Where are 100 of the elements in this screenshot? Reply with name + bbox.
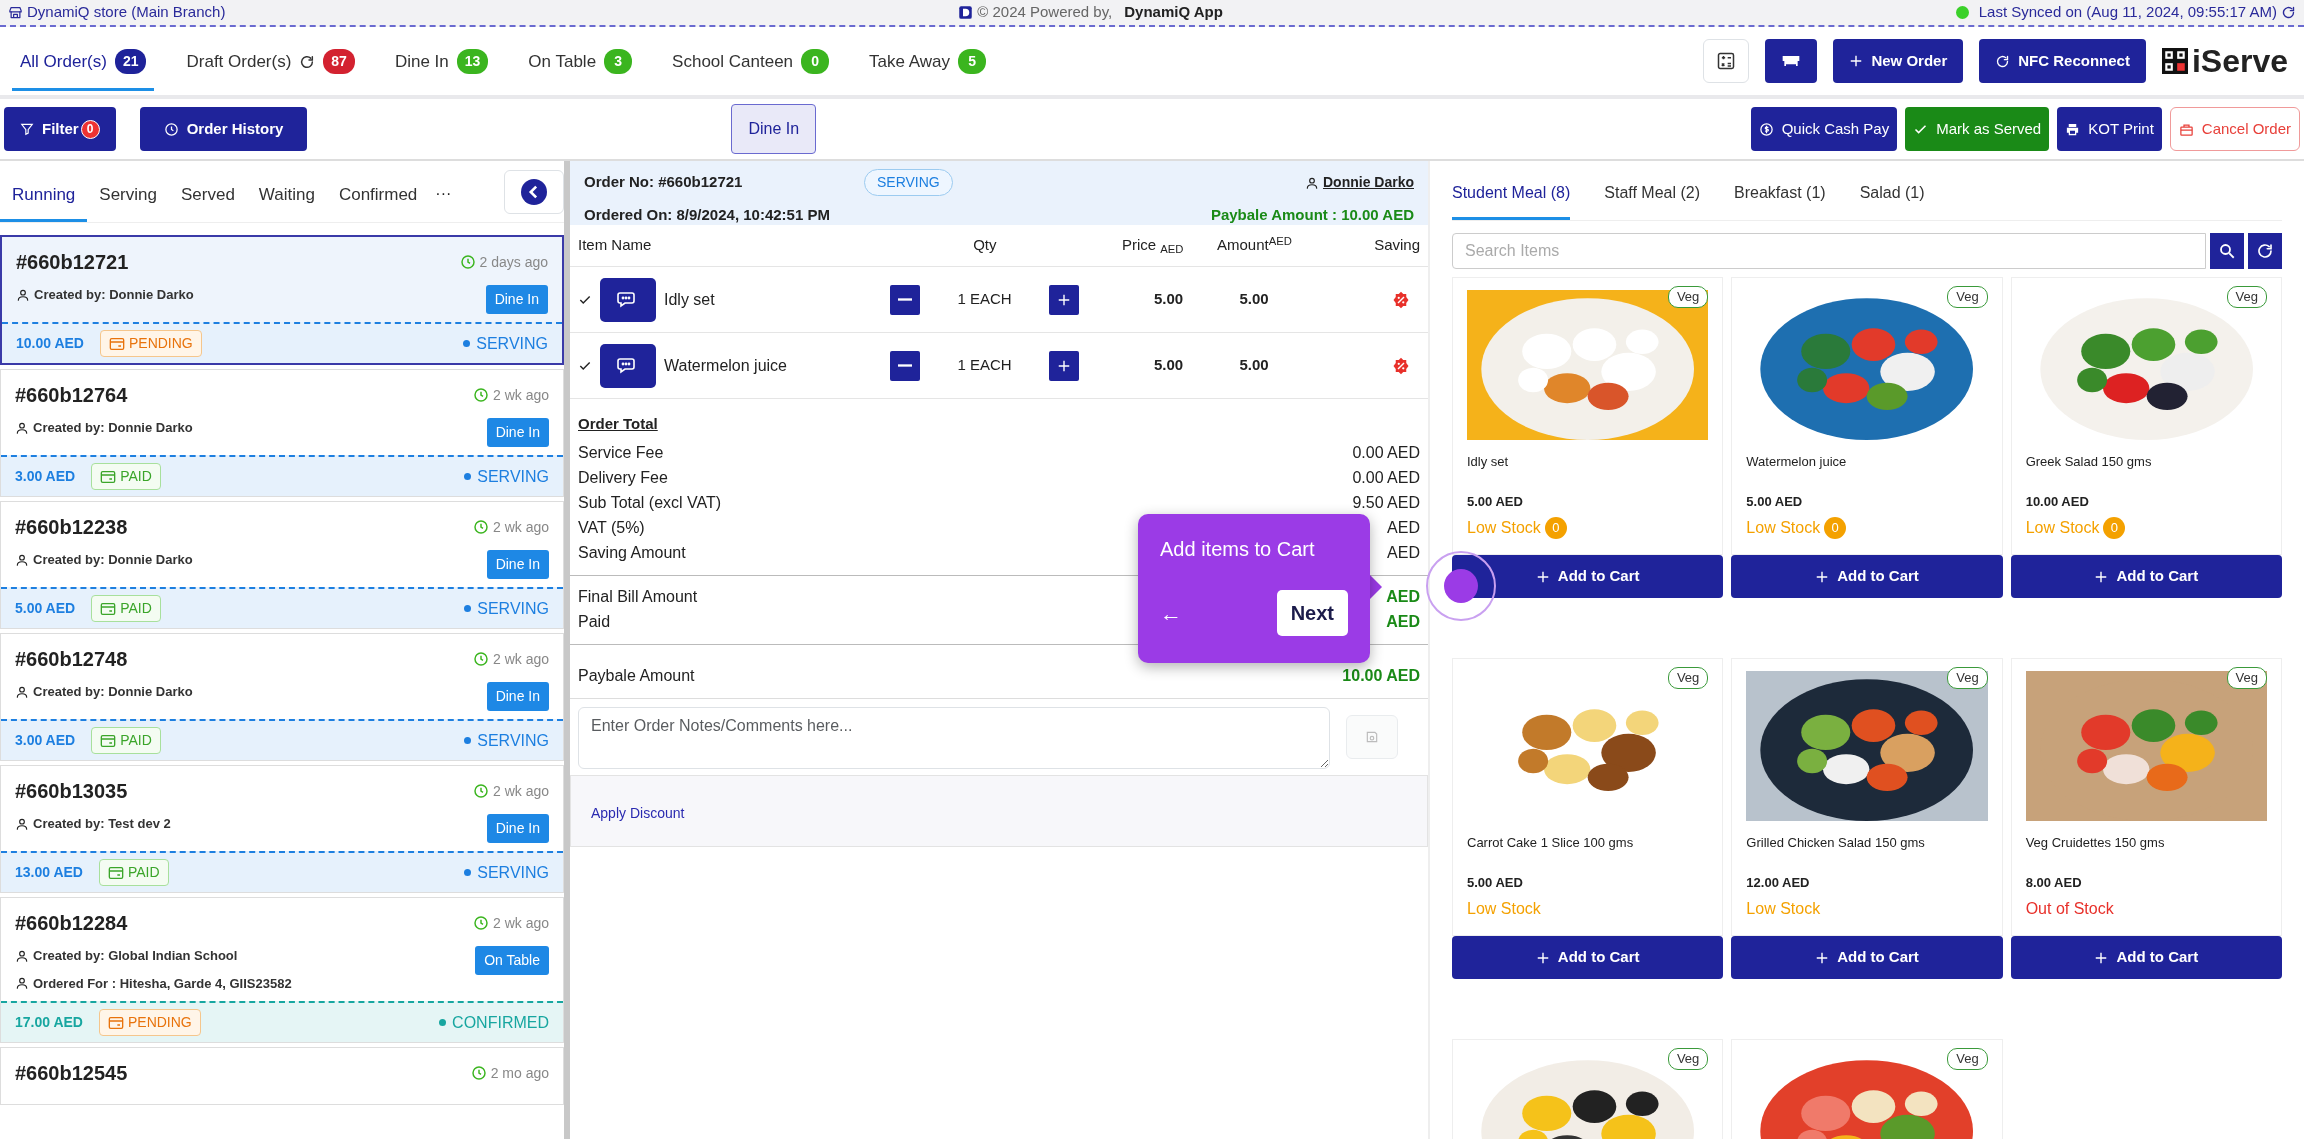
store-icon — [8, 5, 23, 20]
refresh-button[interactable] — [2248, 233, 2282, 269]
increase-button[interactable] — [1049, 284, 1080, 315]
filter-button[interactable]: Filter 0 — [4, 107, 116, 151]
column-header: Amount$^{AED}$ — [1216, 234, 1293, 256]
order-card[interactable]: #660b12238 2 wk ago Created by: Donnie Darko Dine In 5.00 AED PAID SERVING — [0, 501, 564, 629]
total-value: AED — [1386, 611, 1420, 632]
menu-tab[interactable]: Breakfast (1) — [1734, 173, 1826, 220]
mark-served-button[interactable]: Mark as Served — [1905, 107, 2050, 151]
order-card[interactable]: #660b12748 2 wk ago Created by: Donnie Darko Dine In 3.00 AED PAID SERVING — [0, 633, 564, 761]
search-icon — [2218, 242, 2236, 260]
stock-status: Low Stock — [2025, 517, 2100, 538]
table-button[interactable] — [1765, 39, 1818, 83]
item-amount: 5.00 — [1239, 356, 1269, 374]
quick-cash-pay-button[interactable]: Quick Cash Pay — [1750, 107, 1898, 151]
add-to-cart-button[interactable]: Add to Cart — [1731, 555, 2003, 598]
order-tab[interactable]: Dine In 13 — [386, 30, 497, 92]
status-tab[interactable]: Served — [168, 167, 247, 222]
created-by: Created by: Global Indian School — [33, 947, 238, 965]
order-tab[interactable]: All Order(s) 21 — [12, 30, 155, 92]
veg-tag: Veg — [2226, 667, 2267, 689]
order-card[interactable]: #660b12764 2 wk ago Created by: Donnie Darko Dine In 3.00 AED PAID SERVING — [0, 369, 564, 497]
search-field[interactable]: Search Items — [1452, 233, 2206, 269]
total-value: AED — [1387, 542, 1420, 563]
app-logo-icon — [958, 5, 974, 20]
stock-status: Low Stock — [1467, 517, 1541, 538]
order-card[interactable]: #660b12545 2 mo ago — [0, 1047, 564, 1105]
note-button[interactable] — [600, 277, 656, 322]
next-button[interactable]: Next — [1276, 590, 1348, 636]
more-tabs[interactable]: ··· — [429, 182, 466, 222]
brand-name: DynamiQ App — [1124, 2, 1223, 23]
order-tab[interactable]: Take Away 5 — [861, 30, 995, 92]
veg-tag: Veg — [1947, 667, 1988, 689]
order-card[interactable]: #660b13035 2 wk ago Created by: Test dev 2 Dine In 13.00 AED PAID SERVING — [0, 765, 564, 893]
cancel-order-button[interactable]: Cancel Order — [2169, 107, 2300, 151]
count-badge: 5 — [958, 49, 987, 74]
payment-tag: PAID — [98, 859, 169, 886]
clock-icon — [472, 651, 489, 667]
store-name: DynamiQ store (Main Branch) — [27, 2, 226, 23]
product-price: 5.00 AED — [1746, 493, 1804, 511]
collapse-button[interactable] — [504, 170, 564, 214]
nfc-reconnect-button[interactable]: NFC Reconnect — [1979, 39, 2146, 83]
customer-link[interactable]: Donnie Darko — [1323, 172, 1414, 193]
order-tab[interactable]: On Table 3 — [520, 30, 641, 92]
item-price: 5.00 — [1153, 290, 1184, 308]
status-tab[interactable]: Waiting — [246, 167, 327, 222]
dollar-icon — [1758, 121, 1774, 137]
search-button[interactable] — [2210, 233, 2244, 269]
order-id: #660b12284 — [15, 911, 128, 936]
card-icon — [100, 733, 117, 748]
status-tab[interactable]: Confirmed — [326, 167, 430, 222]
order-tab[interactable]: Draft Order(s) 87 — [178, 30, 363, 92]
order-type-tag: Dine In — [486, 682, 549, 711]
add-to-cart-button[interactable]: Add to Cart — [1731, 936, 2003, 979]
add-to-cart-button[interactable]: Add to Cart — [2010, 936, 2282, 979]
add-to-cart-button[interactable]: Add to Cart — [2010, 555, 2282, 598]
logo-text: iServe — [2191, 45, 2288, 77]
tour-beacon — [1426, 551, 1496, 621]
note-button[interactable] — [600, 343, 656, 388]
person-icon — [16, 287, 30, 302]
order-history-button[interactable]: Order History — [139, 107, 308, 151]
kot-print-button[interactable]: KOT Print — [2057, 107, 2162, 151]
order-time: 2 mo ago — [490, 1063, 549, 1083]
back-icon — [521, 179, 547, 205]
increase-button[interactable] — [1049, 350, 1080, 381]
product-name: Greek Salad 150 gms — [2025, 453, 2153, 471]
veg-tag: Veg — [1667, 286, 1709, 308]
notes-field[interactable]: Enter Order Notes/Comments here... — [578, 706, 1330, 769]
order-card[interactable]: #660b12721 2 days ago Created by: Donnie Darko Dine In 10.00 AED PENDING SERVING — [0, 235, 564, 365]
product-price: 5.00 AED — [1467, 493, 1524, 511]
calculator-button[interactable] — [1703, 39, 1750, 83]
product-name: Idly set — [1467, 453, 1510, 471]
total-label: Final Bill Amount — [578, 586, 698, 607]
count-badge: 87 — [323, 49, 355, 74]
order-time: 2 wk ago — [492, 649, 549, 669]
order-id: #660b12238 — [15, 515, 128, 540]
apply-discount-link[interactable]: Apply Discount — [591, 804, 685, 821]
status-tab[interactable]: Running — [0, 167, 88, 222]
order-tab[interactable]: School Canteen 0 — [664, 30, 838, 92]
decrease-button[interactable] — [890, 350, 920, 381]
menu-tab[interactable]: Staff Meal (2) — [1604, 173, 1701, 220]
created-by: Created by: Test dev 2 — [33, 815, 171, 833]
plus-icon — [1535, 569, 1550, 584]
order-card[interactable]: #660b12284 2 wk ago Created by: Global Indian School Ordered For : Hitesha, Garde 4, GIIS23582 On Table 17.00 AED PENDING CONFIRMED — [0, 897, 564, 1043]
add-to-cart-button[interactable]: Add to Cart — [1452, 936, 1724, 979]
new-order-button[interactable]: New Order — [1833, 39, 1964, 83]
product-name: Veg Cruidettes 150 gms — [2025, 834, 2166, 852]
menu-tab[interactable]: Salad (1) — [1859, 173, 1925, 220]
back-button[interactable]: ← — [1160, 596, 1182, 630]
veg-tag: Veg — [1667, 1048, 1709, 1070]
total-label: Sub Total (excl VAT) — [578, 492, 722, 513]
status-tab[interactable]: Serving — [87, 167, 169, 222]
card-icon — [108, 336, 125, 351]
order-time: 2 wk ago — [492, 913, 549, 933]
dine-in-toggle[interactable]: Dine In — [731, 104, 817, 154]
stock-count: 0 — [1544, 516, 1567, 539]
menu-tab[interactable]: Student Meal (8) — [1452, 173, 1571, 220]
created-by: Created by: Donnie Darko — [33, 551, 193, 569]
add-to-cart-button[interactable]: Add to Cart — [1452, 555, 1724, 598]
decrease-button[interactable] — [890, 284, 920, 315]
